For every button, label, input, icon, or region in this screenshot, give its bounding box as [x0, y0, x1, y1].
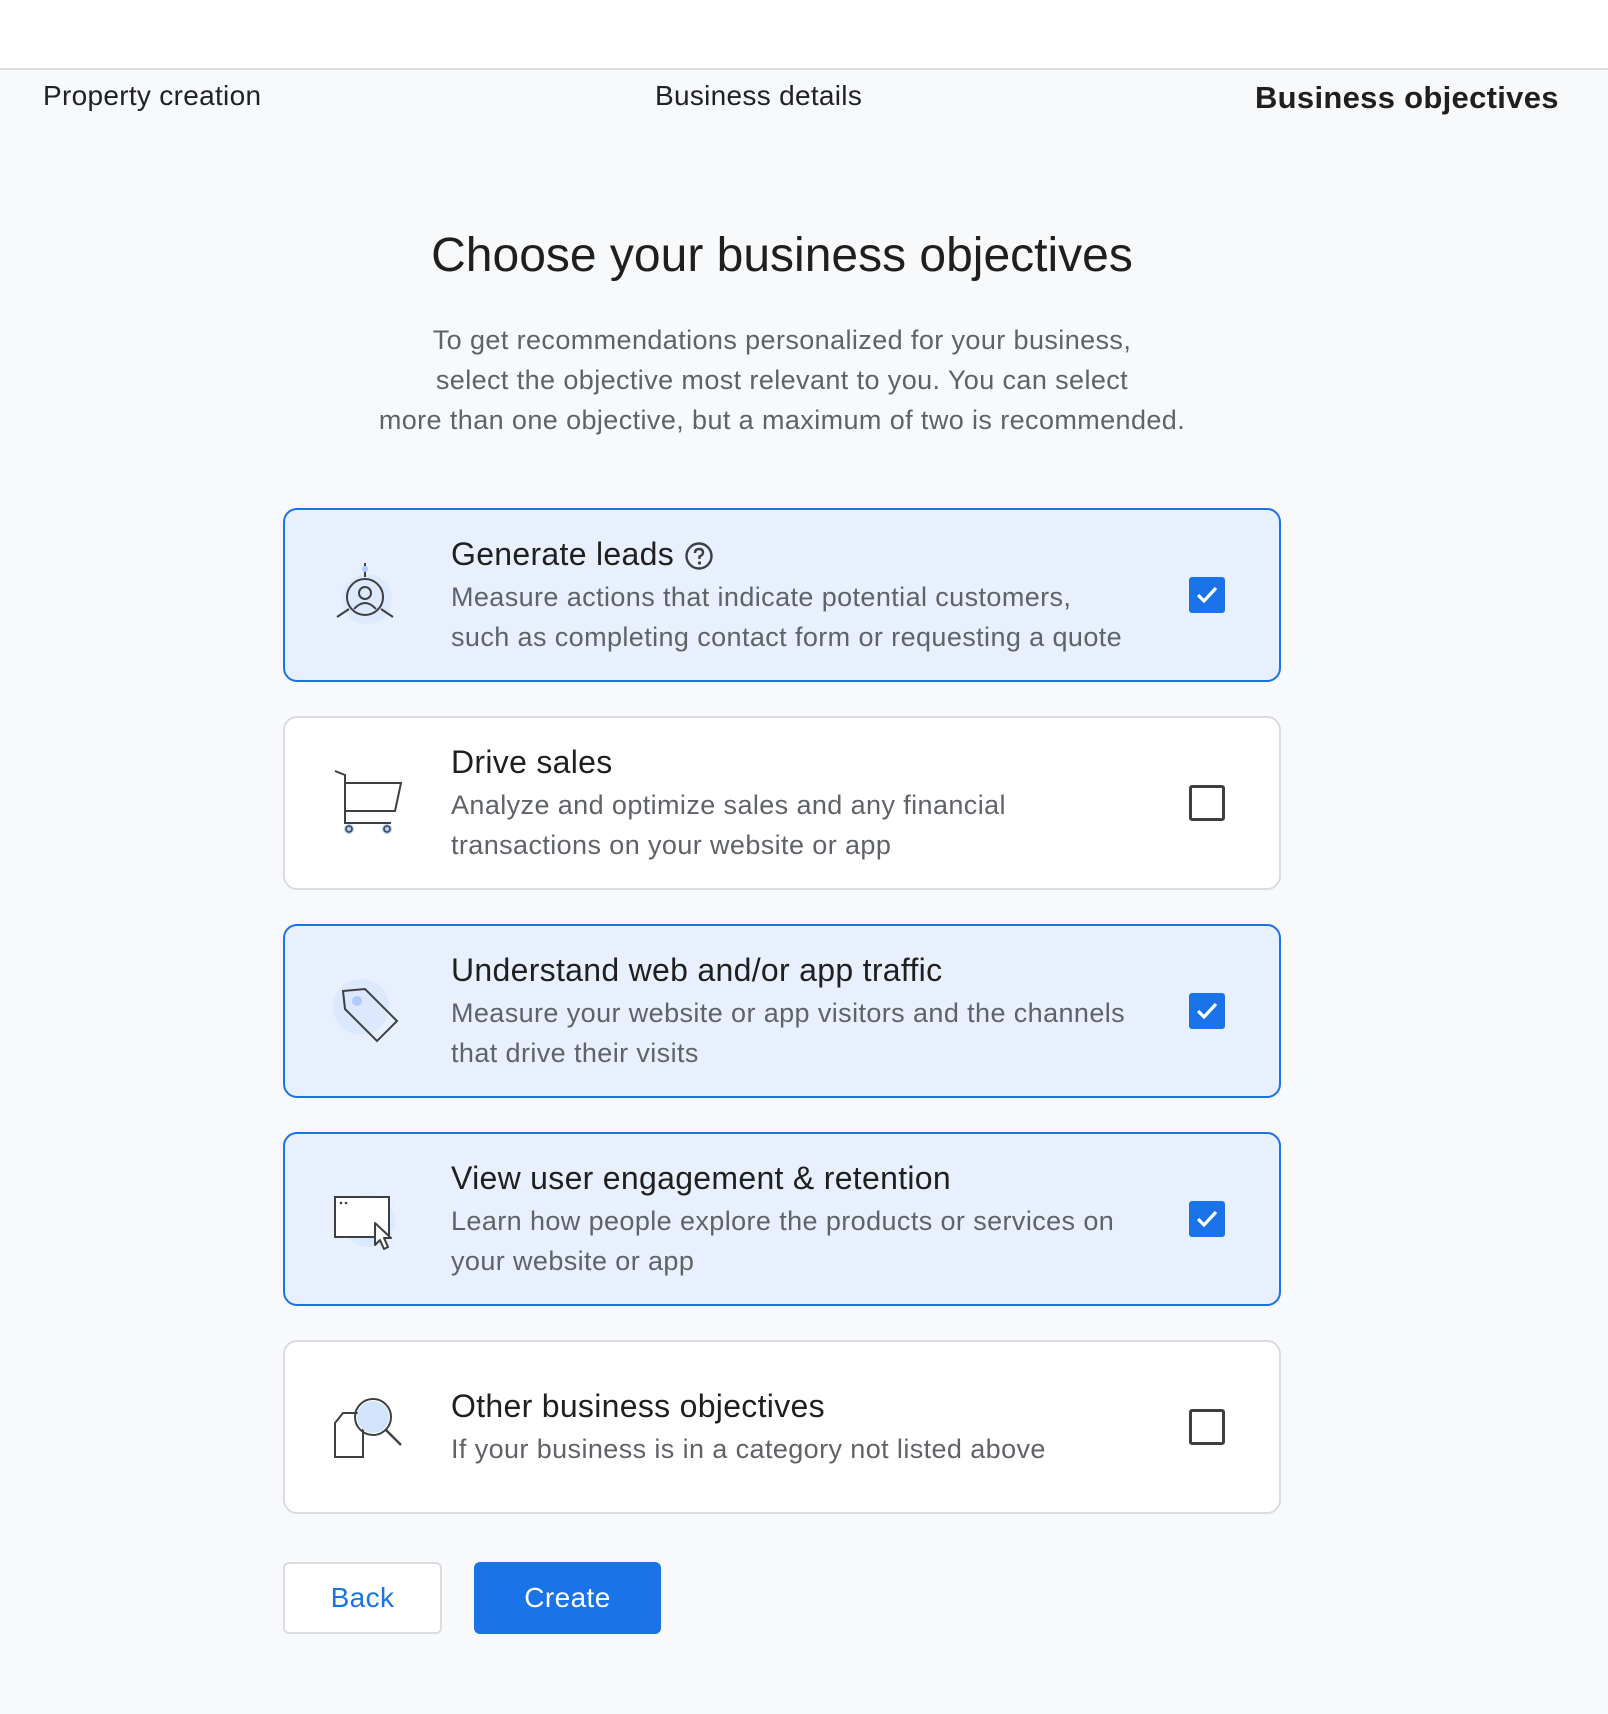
objective-title: Drive sales: [451, 744, 613, 780]
objective-checkbox-other[interactable]: [1189, 1409, 1225, 1445]
shopping-cart-icon: [331, 765, 407, 841]
objective-checkbox-engagement-retention[interactable]: [1189, 1201, 1225, 1237]
objective-card-generate-leads[interactable]: Generate leads Measure actions that indi…: [283, 508, 1281, 682]
price-tag-icon: [331, 973, 407, 1049]
objective-description-line: transactions on your website or app: [451, 830, 892, 860]
objective-checkbox-generate-leads[interactable]: [1189, 577, 1225, 613]
subtitle-line: To get recommendations personalized for …: [432, 325, 1132, 355]
objective-checkbox-drive-sales[interactable]: [1189, 785, 1225, 821]
objective-description-line: Measure your website or app visitors and…: [451, 998, 1126, 1028]
step-business-details: Business details: [655, 80, 863, 111]
objective-description-line: Measure actions that indicate potential …: [451, 582, 1072, 612]
objective-card-other[interactable]: Other business objectives If your busine…: [283, 1340, 1281, 1514]
objective-description-line: that drive their visits: [451, 1038, 699, 1068]
page-title: Choose your business objectives: [431, 229, 1133, 282]
subtitle-line: select the objective most relevant to yo…: [435, 365, 1129, 395]
objective-description-line: Learn how people explore the products or…: [451, 1206, 1115, 1236]
create-button[interactable]: Create: [474, 1562, 661, 1634]
checkmark-icon: [1196, 1002, 1218, 1020]
help-circle-icon[interactable]: [684, 539, 714, 570]
browser-cursor-icon: [331, 1181, 407, 1257]
objective-title: Other business objectives: [451, 1388, 825, 1424]
checkmark-icon: [1196, 586, 1218, 604]
objective-title: View user engagement & retention: [451, 1160, 951, 1196]
top-bar: [0, 0, 1608, 70]
objective-description-line: such as completing contact form or reque…: [451, 622, 1123, 652]
objective-card-understand-traffic[interactable]: Understand web and/or app traffic Measur…: [283, 924, 1281, 1098]
objective-title: Understand web and/or app traffic: [451, 952, 943, 988]
subtitle-line: more than one objective, but a maximum o…: [378, 405, 1186, 435]
step-property-creation: Property creation: [43, 80, 262, 111]
objective-checkbox-understand-traffic[interactable]: [1189, 993, 1225, 1029]
objective-card-drive-sales[interactable]: Drive sales Analyze and optimize sales a…: [283, 716, 1281, 890]
leads-target-person-icon: [331, 557, 407, 633]
magnifier-document-icon: [331, 1389, 407, 1465]
checkmark-icon: [1196, 1210, 1218, 1228]
objective-description-line: If your business is in a category not li…: [451, 1434, 1046, 1464]
step-business-objectives: Business objectives: [1255, 80, 1559, 115]
page-subtitle: To get recommendations personalized for …: [282, 320, 1282, 440]
back-button[interactable]: Back: [283, 1562, 442, 1634]
objective-card-engagement-retention[interactable]: View user engagement & retention Learn h…: [283, 1132, 1281, 1306]
objective-title: Generate leads: [451, 536, 675, 572]
objective-description-line: Analyze and optimize sales and any finan…: [451, 790, 1006, 820]
objective-description-line: your website or app: [451, 1246, 695, 1276]
stepper: Property creation Business details Busin…: [0, 80, 1608, 120]
